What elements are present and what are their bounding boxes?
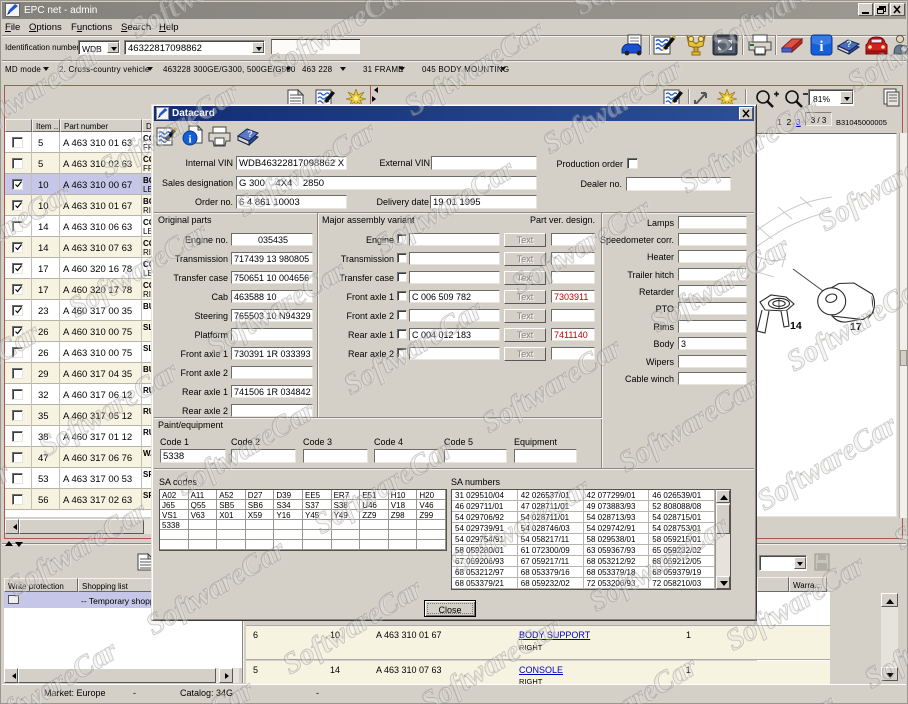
svg-text:17: 17 (850, 321, 862, 333)
svg-text:14: 14 (790, 320, 802, 332)
svg-text:?: ? (846, 39, 852, 49)
svg-text:?: ? (247, 129, 253, 139)
svg-text:i: i (188, 134, 191, 146)
svg-text:i: i (819, 39, 823, 55)
